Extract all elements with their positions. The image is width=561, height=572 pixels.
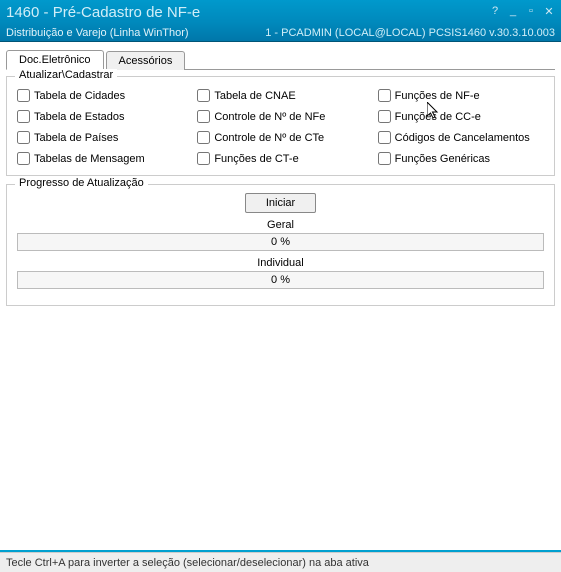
checkbox-label: Funções Genéricas [395,153,490,165]
checkbox-label: Funções de CT-e [214,153,298,165]
progress-general-bar: 0 % [17,233,544,251]
progress-section: Progresso de Atualização Iniciar Geral 0… [6,184,555,306]
checkbox-label: Tabela de CNAE [214,90,295,102]
checkbox-tabela-cidades[interactable]: Tabela de Cidades [17,89,183,102]
checkbox-input[interactable] [17,110,30,123]
fieldset-atualizar: Atualizar\Cadastrar Tabela de Cidades Ta… [6,76,555,176]
checkbox-input[interactable] [378,89,391,102]
tab-bar: Doc.Eletrônico Acessórios [6,48,555,70]
checkbox-input[interactable] [378,110,391,123]
checkbox-label: Tabela de Estados [34,111,125,123]
checkbox-controle-cte[interactable]: Controle de Nº de CTe [197,131,363,144]
minimize-icon[interactable]: _ [505,4,521,18]
subtitle-right: 1 - PCADMIN (LOCAL@LOCAL) PCSIS1460 v.30… [265,27,555,39]
checkbox-label: Controle de Nº de NFe [214,111,325,123]
checkbox-label: Funções de NF-e [395,90,480,102]
checkbox-codigos-cancelamentos[interactable]: Códigos de Cancelamentos [378,131,544,144]
checkbox-input[interactable] [17,152,30,165]
maximize-icon[interactable]: ▫ [523,4,539,18]
checkbox-grid: Tabela de Cidades Tabela de CNAE Funções… [17,89,544,165]
tab-acessorios[interactable]: Acessórios [106,51,186,70]
tab-doc-eletronico[interactable]: Doc.Eletrônico [6,50,104,70]
checkbox-input[interactable] [378,131,391,144]
checkbox-label: Tabela de Países [34,132,118,144]
progress-individual-value: 0 % [271,274,290,286]
checkbox-tabela-cnae[interactable]: Tabela de CNAE [197,89,363,102]
checkbox-input[interactable] [378,152,391,165]
progress-general-value: 0 % [271,236,290,248]
progress-individual-bar: 0 % [17,271,544,289]
progress-general-label: Geral [17,219,544,231]
checkbox-funcoes-cce[interactable]: Funções de CC-e [378,110,544,123]
checkbox-tabela-paises[interactable]: Tabela de Países [17,131,183,144]
checkbox-tabelas-mensagem[interactable]: Tabelas de Mensagem [17,152,183,165]
close-icon[interactable]: ✕ [541,4,557,18]
checkbox-input[interactable] [17,131,30,144]
progress-title: Progresso de Atualização [15,177,148,189]
checkbox-funcoes-genericas[interactable]: Funções Genéricas [378,152,544,165]
statusbar-text: Tecle Ctrl+A para inverter a seleção (se… [6,557,369,569]
checkbox-tabela-estados[interactable]: Tabela de Estados [17,110,183,123]
window-controls: ? _ ▫ ✕ [487,4,557,18]
window-title: 1460 - Pré-Cadastro de NF-e [6,4,200,21]
iniciar-button[interactable]: Iniciar [245,193,316,213]
checkbox-label: Tabela de Cidades [34,90,125,102]
checkbox-input[interactable] [197,89,210,102]
subtitle-bar: Distribuição e Varejo (Linha WinThor) 1 … [0,24,561,42]
checkbox-input[interactable] [197,110,210,123]
checkbox-controle-nfe[interactable]: Controle de Nº de NFe [197,110,363,123]
titlebar: 1460 - Pré-Cadastro de NF-e ? _ ▫ ✕ [0,0,561,24]
statusbar: Tecle Ctrl+A para inverter a seleção (se… [0,552,561,572]
content-area: Doc.Eletrônico Acessórios Atualizar\Cada… [0,42,561,550]
checkbox-label: Códigos de Cancelamentos [395,132,530,144]
checkbox-funcoes-cte[interactable]: Funções de CT-e [197,152,363,165]
checkbox-input[interactable] [197,152,210,165]
help-icon[interactable]: ? [487,4,503,18]
fieldset-legend: Atualizar\Cadastrar [15,69,117,81]
subtitle-left: Distribuição e Varejo (Linha WinThor) [6,27,265,39]
checkbox-input[interactable] [17,89,30,102]
progress-individual-label: Individual [17,257,544,269]
checkbox-input[interactable] [197,131,210,144]
checkbox-label: Controle de Nº de CTe [214,132,324,144]
checkbox-label: Funções de CC-e [395,111,481,123]
checkbox-funcoes-nfe[interactable]: Funções de NF-e [378,89,544,102]
checkbox-label: Tabelas de Mensagem [34,153,145,165]
